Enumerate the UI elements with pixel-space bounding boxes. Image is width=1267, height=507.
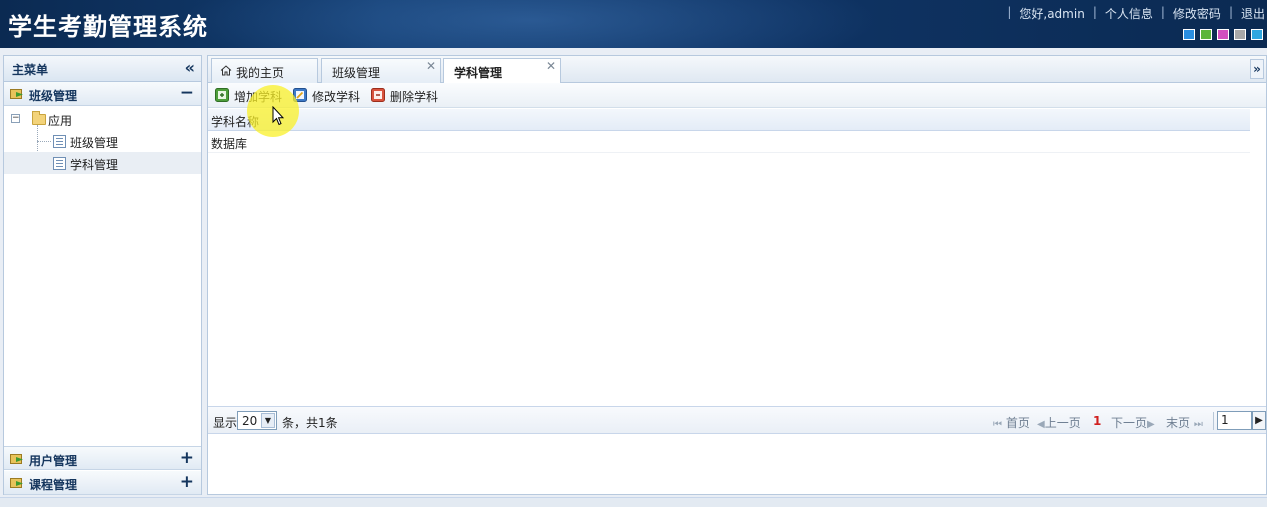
- page-size-select[interactable]: 20 ▼: [237, 411, 277, 430]
- page-size-value: 20: [242, 414, 258, 428]
- prev-page-label: 上一页: [1044, 416, 1081, 430]
- pager-summary: 条，共1条: [282, 416, 338, 430]
- accordion-label: 用户管理: [29, 454, 78, 468]
- add-icon: [215, 88, 229, 102]
- goto-page-input[interactable]: 1: [1217, 411, 1252, 430]
- profile-link[interactable]: 个人信息: [1105, 5, 1153, 22]
- tab-label: 学科管理: [454, 66, 503, 80]
- tree-item-label: 班级管理: [70, 136, 119, 150]
- logout-link[interactable]: 退出: [1241, 5, 1265, 22]
- theme-swatch-cyan[interactable]: [1251, 29, 1263, 40]
- table-cell: 数据库: [211, 137, 248, 151]
- toolbar: 增加学科 修改学科 删除学科: [208, 83, 1266, 108]
- plus-icon[interactable]: +: [180, 448, 194, 468]
- pager-divider: [1213, 412, 1214, 430]
- grid-header: 学科名称: [208, 109, 1250, 131]
- theme-swatch-blue[interactable]: [1183, 29, 1195, 40]
- folder-icon: [32, 111, 46, 125]
- plus-icon[interactable]: +: [180, 472, 194, 492]
- accordion-label: 班级管理: [29, 89, 78, 103]
- top-header: 学生考勤管理系统 | 您好,admin | 个人信息 | 修改密码 | 退出: [0, 0, 1267, 48]
- table-row[interactable]: 数据库: [208, 131, 1250, 153]
- separator: |: [1092, 5, 1097, 19]
- prev-page-button[interactable]: ◀上一页: [1037, 414, 1081, 431]
- last-page-icon: ⏭: [1193, 419, 1203, 430]
- close-icon[interactable]: ✕: [426, 59, 436, 73]
- accordion-course-management[interactable]: 课程管理 +: [4, 471, 201, 495]
- bottom-bar: [0, 497, 1267, 507]
- tree-collapse-icon[interactable]: −: [11, 114, 20, 123]
- mouse-pointer-icon: [272, 106, 284, 126]
- vertical-scroll-area[interactable]: [1250, 109, 1266, 406]
- accordion-label: 课程管理: [29, 478, 78, 492]
- tree-root-label: 应用: [48, 114, 73, 128]
- folder-arrow-icon: [10, 89, 23, 99]
- folder-arrow-icon: [10, 478, 23, 488]
- folder-arrow-icon: [10, 454, 23, 464]
- goto-page-arrow-icon[interactable]: ▶: [1252, 411, 1266, 430]
- edit-subject-label: 修改学科: [312, 90, 361, 104]
- tree-item-class-management[interactable]: 班级管理: [4, 130, 201, 152]
- double-chevron-left-icon[interactable]: «: [185, 58, 195, 77]
- app-title: 学生考勤管理系统: [8, 13, 208, 41]
- tab-home[interactable]: 我的主页: [211, 58, 318, 83]
- delete-subject-label: 删除学科: [390, 90, 439, 104]
- first-page-button[interactable]: ⏮ 首页: [993, 414, 1030, 431]
- last-page-button[interactable]: 末页 ⏭: [1166, 414, 1203, 431]
- tree-node-root[interactable]: − 应用: [4, 108, 201, 130]
- delete-icon: [371, 88, 385, 102]
- accordion-class-management[interactable]: 班级管理 −: [4, 82, 201, 106]
- separator: |: [1228, 5, 1233, 19]
- minus-icon[interactable]: −: [180, 83, 194, 103]
- tab-label: 班级管理: [332, 66, 381, 80]
- tree-item-subject-management[interactable]: 学科管理: [4, 152, 201, 174]
- separator: |: [1007, 5, 1012, 19]
- tab-class-management[interactable]: 班级管理 ✕: [321, 58, 441, 83]
- double-chevron-down-icon[interactable]: »: [1250, 59, 1264, 79]
- first-page-icon: ⏮: [993, 419, 1002, 430]
- theme-swatches: [1183, 29, 1263, 40]
- next-page-icon: ▶: [1147, 419, 1155, 430]
- home-icon: [220, 65, 232, 76]
- next-page-label: 下一页: [1111, 416, 1148, 430]
- theme-swatch-pink[interactable]: [1217, 29, 1229, 40]
- tab-subject-management[interactable]: 学科管理 ✕: [443, 58, 561, 84]
- accordion-user-management[interactable]: 用户管理 +: [4, 446, 201, 470]
- theme-swatch-green[interactable]: [1200, 29, 1212, 40]
- dropdown-arrow-icon[interactable]: ▼: [261, 413, 275, 428]
- page-icon: [53, 135, 66, 148]
- menu-tree: − 应用 班级管理 学科管理: [4, 106, 201, 446]
- header-glow: [180, 0, 880, 48]
- sidebar-header: 主菜单 «: [4, 56, 201, 82]
- main-panel: 我的主页 班级管理 ✕ 学科管理 ✕ » 增加学科 修改学科: [207, 55, 1267, 495]
- tab-bar: 我的主页 班级管理 ✕ 学科管理 ✕ »: [208, 56, 1266, 84]
- pagination-bar: 显示 20 ▼ 条，共1条 ⏮ 首页 ◀上一页 1 下一页▶ 末页 ⏭ 1 ▶: [208, 406, 1266, 434]
- page-icon: [53, 157, 66, 170]
- prev-page-icon: ◀: [1037, 419, 1045, 430]
- tree-item-label: 学科管理: [70, 158, 119, 172]
- close-icon[interactable]: ✕: [546, 59, 556, 73]
- tab-label: 我的主页: [236, 66, 285, 80]
- top-links: | 您好,admin | 个人信息 | 修改密码 | 退出: [999, 5, 1267, 22]
- theme-swatch-gray[interactable]: [1234, 29, 1246, 40]
- greeting-text: 您好,admin: [1019, 7, 1085, 21]
- pager-show-label: 显示: [213, 416, 238, 430]
- current-page-number: 1: [1093, 414, 1102, 428]
- next-page-button[interactable]: 下一页▶: [1111, 414, 1155, 431]
- separator: |: [1160, 5, 1165, 19]
- change-password-link[interactable]: 修改密码: [1173, 5, 1221, 22]
- sidebar-title: 主菜单: [12, 63, 49, 77]
- last-page-label: 末页: [1166, 416, 1191, 430]
- first-page-label: 首页: [1005, 416, 1030, 430]
- sidebar: 主菜单 « 班级管理 − − 应用 班级管理 学科管理 用户管理 + 课程管理 …: [3, 55, 202, 495]
